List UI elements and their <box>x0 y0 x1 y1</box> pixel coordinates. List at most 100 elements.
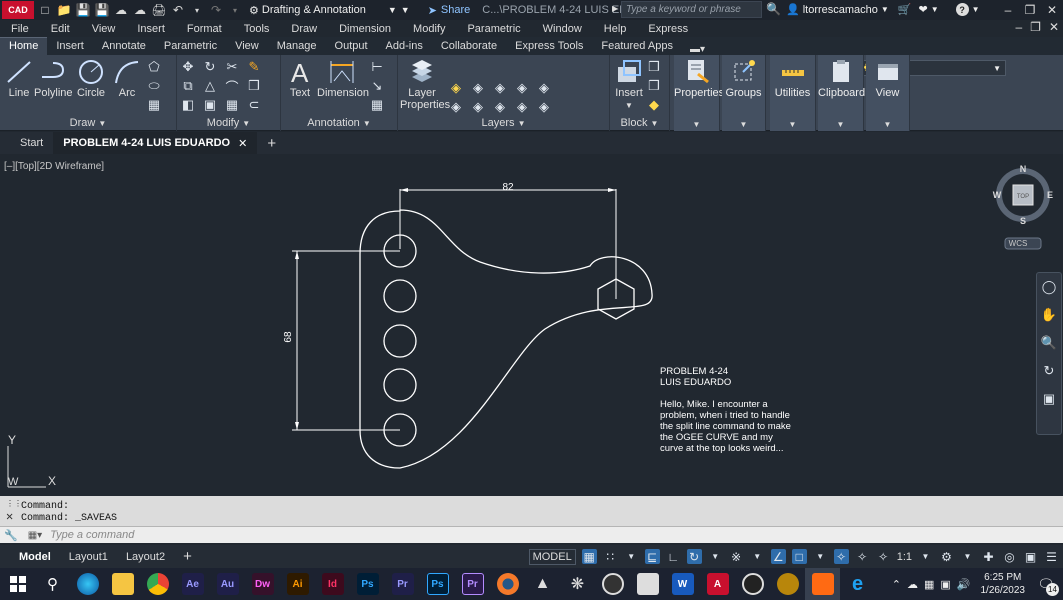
pan-icon[interactable]: ✋ <box>1041 307 1057 323</box>
tab-model[interactable]: Model <box>10 551 60 563</box>
move-icon[interactable]: ✥ <box>180 59 196 75</box>
layer-match-icon[interactable]: ◈ <box>448 99 464 115</box>
erase-icon[interactable]: ✎ <box>246 59 262 75</box>
chevron-down-icon[interactable]: ▼ <box>960 549 975 564</box>
doc-restore-button[interactable]: ❐ <box>1030 20 1041 34</box>
autocad-app[interactable]: A <box>700 568 735 600</box>
volume-icon[interactable]: 🔊 <box>957 578 971 591</box>
groups-panel[interactable]: Groups ▼ <box>722 55 766 131</box>
audition-app[interactable]: Au <box>210 568 245 600</box>
menu-file[interactable]: File <box>0 23 40 35</box>
viewcube-top[interactable]: TOP <box>1017 194 1029 200</box>
layer-unlock-icon[interactable]: ◈ <box>536 99 552 115</box>
menu-view[interactable]: View <box>81 23 127 35</box>
layer-properties-tool[interactable]: Layer Properties <box>400 59 450 111</box>
layer-freeze-icon[interactable]: ◈ <box>492 80 508 96</box>
array-icon[interactable]: ▦ <box>224 97 240 113</box>
clipboard-panel[interactable]: Clipboard ▼ <box>818 55 865 131</box>
grid-icon[interactable]: ▦ <box>581 549 597 564</box>
model-space-toggle[interactable]: MODEL <box>528 548 576 565</box>
steering-wheel-icon[interactable]: ◯ <box>1041 279 1057 295</box>
network-tray-icon[interactable]: ▣ <box>940 578 950 591</box>
mirror-icon[interactable]: △ <box>202 78 218 94</box>
tab-parametric[interactable]: Parametric <box>155 38 226 55</box>
polyline-tool[interactable]: Polyline <box>34 59 73 99</box>
menu-modify[interactable]: Modify <box>402 23 456 35</box>
chevron-down-icon[interactable]: ▼ <box>918 549 933 564</box>
isolate-objects-icon[interactable]: ◎ <box>1002 549 1017 564</box>
tab-featured-apps[interactable]: Featured Apps <box>592 38 682 55</box>
close-tab-icon[interactable]: ✕ <box>238 137 247 150</box>
clock[interactable]: 6:25 PM 1/26/2023 <box>981 571 1026 597</box>
internet-explorer-app[interactable]: e <box>840 568 875 600</box>
annotation-scale-icon[interactable]: ✧ <box>876 549 891 564</box>
dimension-tool[interactable]: Dimension <box>317 59 369 99</box>
webcam-app[interactable] <box>770 568 805 600</box>
copy-icon[interactable]: ⧉ <box>180 78 196 94</box>
snap-icon[interactable]: ∷ <box>603 549 618 564</box>
doc-minimize-button[interactable]: – <box>1015 20 1022 34</box>
tab-home[interactable]: Home <box>0 37 48 55</box>
table-icon[interactable]: ▦ <box>369 97 385 113</box>
tab-output[interactable]: Output <box>326 38 377 55</box>
tab-active-drawing[interactable]: PROBLEM 4-24 LUIS EDUARDO ✕ <box>53 132 258 154</box>
cloud-open-icon[interactable]: ☁ <box>113 2 129 18</box>
tab-layout1[interactable]: Layout1 <box>60 551 117 563</box>
make-current-icon[interactable]: ◈ <box>536 80 552 96</box>
compass-n[interactable]: N <box>1020 164 1027 174</box>
tray-app-icon[interactable]: ▦ <box>924 578 934 591</box>
indesign-app[interactable]: Id <box>315 568 350 600</box>
rectangle-icon[interactable]: ⬠ <box>146 59 162 75</box>
explode-icon[interactable]: ❒ <box>246 78 262 94</box>
tray-overflow-icon[interactable]: ⌃ <box>892 578 901 591</box>
new-file-icon[interactable]: □ <box>37 2 53 18</box>
cloud-save-icon[interactable]: ☁ <box>132 2 148 18</box>
menu-draw[interactable]: Draw <box>280 23 328 35</box>
save-icon[interactable]: 💾 <box>75 2 91 18</box>
start-button[interactable] <box>0 568 35 600</box>
recent-commands-icon[interactable]: ▦▾ <box>28 530 42 541</box>
cart-icon[interactable]: 🛒 <box>898 3 912 16</box>
tab-manage[interactable]: Manage <box>268 38 326 55</box>
leader-icon[interactable]: ↘ <box>369 78 385 94</box>
arc-tool[interactable]: Arc <box>112 59 142 99</box>
undo-icon[interactable]: ↶ <box>170 2 186 18</box>
chevron-down-icon[interactable]: ▼ <box>813 549 828 564</box>
tab-annotate[interactable]: Annotate <box>93 38 155 55</box>
customize-icon[interactable]: 🔧 <box>4 529 18 542</box>
annotation-visibility-icon[interactable]: ✧ <box>833 549 849 564</box>
open-folder-icon[interactable]: 📁 <box>56 2 72 18</box>
save-as-icon[interactable]: 💾 <box>94 2 110 18</box>
tab-collaborate[interactable]: Collaborate <box>432 38 506 55</box>
utilities-panel[interactable]: Utilities ▼ <box>770 55 816 131</box>
application-menu-button[interactable]: CAD <box>2 1 34 19</box>
layers-panel-title[interactable]: Layers ▼ <box>398 117 609 129</box>
search-input[interactable]: Type a keyword or phrase <box>621 1 762 18</box>
chevron-down-icon[interactable]: ▼ <box>624 549 639 564</box>
share-button[interactable]: ➤ Share <box>428 4 471 17</box>
compass-s[interactable]: S <box>1020 216 1026 226</box>
object-snap-tracking-icon[interactable]: ∠ <box>770 549 786 564</box>
circle-tool[interactable]: Circle <box>76 59 106 99</box>
menu-dimension[interactable]: Dimension <box>328 23 402 35</box>
user-account[interactable]: 👤 ltorrescamacho ▼ 🛒 ❤ ▼ ? ▼ <box>786 3 980 16</box>
annotation-scale-value[interactable]: 1:1 <box>897 551 912 563</box>
tab-layout2[interactable]: Layout2 <box>117 551 174 563</box>
close-window-button[interactable]: ✕ <box>1041 3 1063 17</box>
customize-quick-access-icon[interactable]: ▼ <box>401 5 410 15</box>
chevron-down-icon[interactable]: ▼ <box>750 549 765 564</box>
draw-panel-title[interactable]: Draw ▼ <box>0 117 176 129</box>
premiere-rush-app[interactable]: Pr <box>455 568 490 600</box>
tab-view[interactable]: View <box>226 38 268 55</box>
menu-insert[interactable]: Insert <box>126 23 176 35</box>
rotate-icon[interactable]: ↻ <box>202 59 218 75</box>
minimize-window-button[interactable]: – <box>997 3 1019 17</box>
orbit-icon[interactable]: ↻ <box>1041 363 1057 379</box>
undo-dropdown-icon[interactable]: ▾ <box>189 2 205 18</box>
menu-express[interactable]: Express <box>637 23 699 35</box>
active-app[interactable] <box>805 568 840 600</box>
create-block-icon[interactable]: ❒ <box>646 59 662 75</box>
grip-icon[interactable]: ⋮⋮ <box>6 499 22 509</box>
object-snap-icon[interactable]: □ <box>791 549 807 564</box>
tab-insert[interactable]: Insert <box>47 38 93 55</box>
